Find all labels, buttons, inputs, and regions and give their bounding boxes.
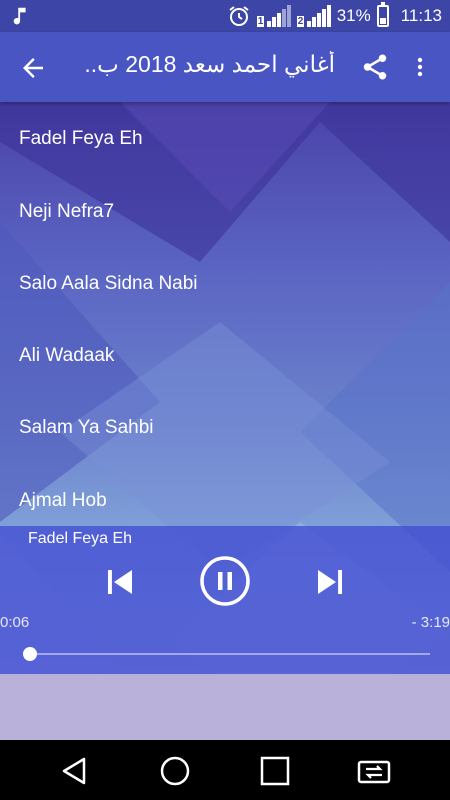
- status-bar: 1 2 31% 11:13: [0, 0, 450, 32]
- list-item[interactable]: Fadel Feya Eh: [19, 128, 143, 150]
- list-item[interactable]: Neji Nefra7: [19, 201, 114, 223]
- elapsed-time: 0:06: [0, 614, 30, 631]
- battery-icon: [376, 2, 389, 27]
- switch-sim-icon[interactable]: [357, 754, 391, 788]
- navigation-bar: [0, 740, 450, 800]
- more-vert-icon[interactable]: [408, 52, 432, 82]
- app-bar: أغاني احمد سعد 2018 ب..: [0, 32, 450, 102]
- alarm-icon: [229, 6, 249, 26]
- music-note-icon: [13, 7, 26, 25]
- list-item[interactable]: Ajmal Hob: [19, 490, 107, 512]
- clock: 11:13: [400, 6, 442, 25]
- seek-thumb[interactable]: [23, 647, 37, 661]
- footer-background: [0, 674, 450, 740]
- arrow-back-icon[interactable]: [18, 53, 48, 83]
- next-button[interactable]: [312, 564, 348, 600]
- sim2-signal-icon: 2: [296, 5, 331, 27]
- previous-button[interactable]: [102, 564, 138, 600]
- sim1-signal-icon: 1: [256, 5, 291, 27]
- seek-bar[interactable]: [30, 653, 430, 655]
- player-panel: Fadel Feya Eh 0:06 - 3:19: [0, 526, 450, 674]
- back-triangle-icon[interactable]: [58, 754, 92, 788]
- list-item[interactable]: Salam Ya Sahbi: [19, 417, 154, 439]
- recents-square-icon[interactable]: [258, 754, 292, 788]
- list-item[interactable]: Salo Aala Sidna Nabi: [19, 273, 198, 295]
- page-title: أغاني احمد سعد 2018 ب..: [84, 51, 335, 77]
- home-circle-icon[interactable]: [158, 754, 192, 788]
- now-playing-title: Fadel Feya Eh: [28, 530, 133, 547]
- remaining-time: - 3:19: [411, 614, 450, 631]
- battery-percent: 31%: [336, 6, 371, 25]
- pause-button[interactable]: [199, 555, 251, 607]
- share-icon[interactable]: [360, 52, 390, 82]
- list-item[interactable]: Ali Wadaak: [19, 345, 114, 367]
